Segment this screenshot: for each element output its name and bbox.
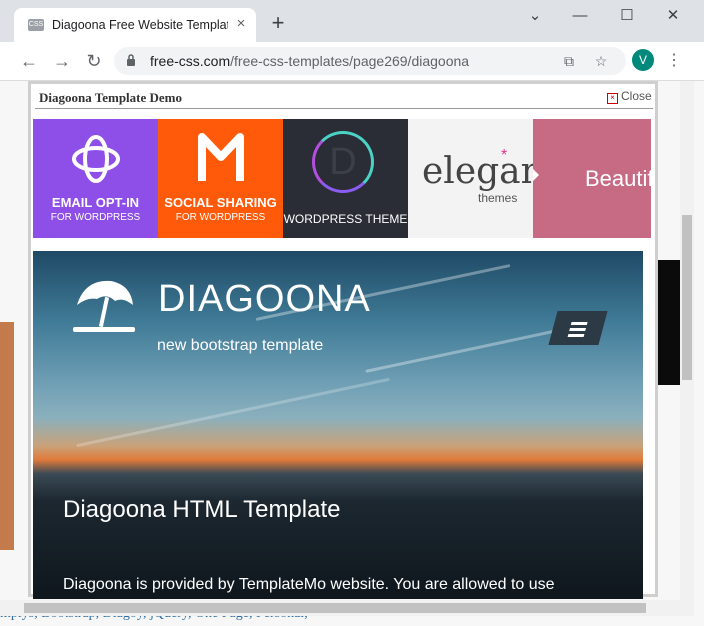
modal-close-button[interactable]: × Close [607, 89, 652, 104]
asterisk-icon: * [501, 147, 508, 164]
menu-icon[interactable]: ⋮ [666, 50, 682, 72]
arrow-right-icon [533, 169, 539, 181]
close-tab-icon[interactable]: × [232, 15, 250, 33]
ad-subcaption: FOR WORDPRESS [50, 212, 141, 223]
ad-caption: EMAIL OPT-IN [51, 195, 140, 210]
demo-modal: Diagoona Template Demo × Close EMAIL OPT-… [28, 81, 658, 599]
ad-beautiful[interactable]: Beautif [533, 119, 651, 238]
address-bar[interactable]: free-css.com/free-css-templates/page269/… [114, 47, 626, 75]
ad-divi-theme[interactable]: D WORDPRESS THEME [283, 119, 408, 238]
ad-email-optin[interactable]: EMAIL OPT-IN FOR WORDPRESS [33, 119, 158, 238]
template-hero: DIAGOONA new bootstrap template Diagoona… [33, 251, 643, 599]
ad-social-sharing[interactable]: SOCIAL SHARING FOR WORDPRESS [158, 119, 283, 238]
brand-name[interactable]: DIAGOONA [158, 278, 371, 321]
maximize-icon[interactable]: ☐ [615, 6, 639, 26]
hamburger-menu-button[interactable] [548, 311, 608, 345]
minimize-icon[interactable]: — [568, 6, 592, 26]
browser-toolbar: ← → ↻ free-css.com/free-css-templates/pa… [0, 42, 704, 81]
horizontal-scrollbar-thumb[interactable] [24, 603, 646, 613]
translate-icon[interactable]: ⧉ [560, 52, 578, 70]
cloud-streak [76, 377, 390, 448]
tab-strip: CSS Diagoona Free Website Template × + ⌄… [0, 0, 704, 42]
background-image-fragment [0, 322, 14, 550]
ad-elegant-themes[interactable]: elegant * themes [408, 119, 558, 238]
elegant-sub: themes [478, 191, 518, 205]
hero-heading: Diagoona HTML Template [63, 496, 341, 523]
background-image-fragment [655, 260, 680, 385]
profile-avatar[interactable]: V [632, 49, 654, 71]
close-window-icon[interactable]: ✕ [661, 6, 685, 26]
ad-caption: SOCIAL SHARING [164, 195, 277, 210]
browser-tab[interactable]: CSS Diagoona Free Website Template × [14, 8, 256, 42]
close-icon: × [607, 93, 618, 104]
forward-icon[interactable]: → [51, 50, 73, 72]
ad-caption: WORDPRESS THEME [283, 212, 408, 226]
tab-title: Diagoona Free Website Template [52, 18, 228, 32]
new-tab-button[interactable]: + [268, 12, 288, 34]
favicon-icon: CSS [28, 19, 44, 31]
ad-text: Beautif [585, 166, 651, 191]
hero-paragraph: Diagoona is provided by TemplateMo websi… [63, 576, 555, 593]
vertical-scrollbar-thumb[interactable] [682, 215, 692, 380]
lock-icon[interactable] [126, 53, 136, 67]
divi-logo-icon: D [312, 131, 374, 193]
bookmark-star-icon[interactable]: ☆ [592, 52, 610, 70]
url-text[interactable]: free-css.com/free-css-templates/page269/… [150, 53, 469, 69]
brand-tagline: new bootstrap template [157, 337, 324, 354]
divider [35, 108, 653, 109]
back-icon[interactable]: ← [18, 50, 40, 72]
modal-title: Diagoona Template Demo [39, 90, 182, 105]
bloom-logo-icon [72, 135, 120, 183]
reload-icon[interactable]: ↻ [83, 50, 105, 72]
tab-search-icon[interactable]: ⌄ [523, 6, 547, 26]
umbrella-logo-icon [73, 280, 135, 332]
ad-subcaption: FOR WORDPRESS [175, 212, 266, 223]
monarch-logo-icon [198, 133, 244, 181]
